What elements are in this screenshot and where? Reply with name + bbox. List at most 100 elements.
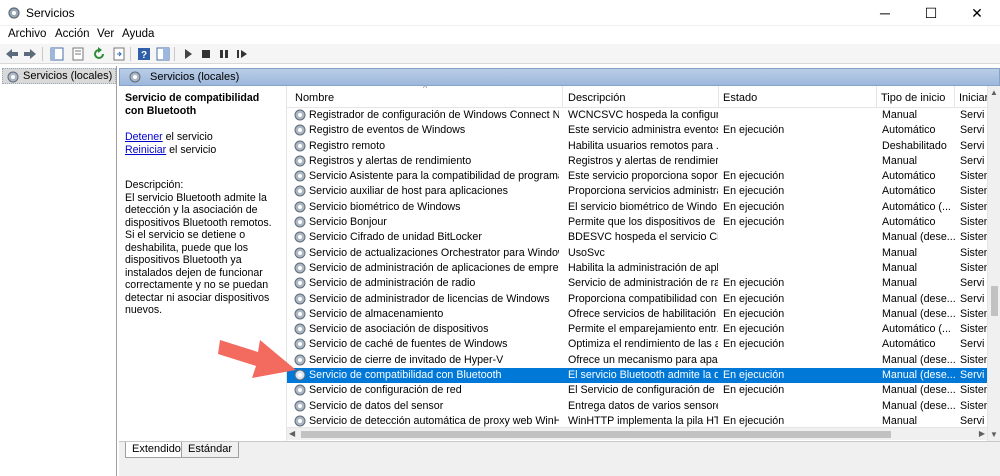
stop-icon[interactable]: [198, 46, 214, 62]
service-description-cell: Este servicio administra eventos ...: [568, 124, 718, 137]
scrollbar-thumb[interactable]: [301, 431, 891, 438]
service-state: En ejecución: [723, 216, 785, 229]
menu-ayuda[interactable]: Ayuda: [122, 28, 154, 40]
table-row[interactable]: Registros y alertas de rendimiento Regist…: [287, 154, 987, 169]
scroll-left-icon[interactable]: ◀: [289, 429, 295, 438]
table-row[interactable]: Servicio de actualizaciones Orchestrator…: [287, 246, 990, 261]
window-title: Servicios: [26, 6, 75, 20]
service-state: En ejecución: [723, 323, 785, 336]
table-row[interactable]: Servicio de cierre de invitado de Hyper-…: [287, 353, 990, 368]
service-name: Servicio de configuración de red: [309, 384, 462, 397]
table-row[interactable]: Servicio de caché de fuentes de Windows O…: [287, 337, 987, 352]
table-row[interactable]: Servicio Bonjour Permite que los disposit…: [287, 215, 990, 230]
tab-extendido[interactable]: Extendido: [125, 442, 188, 458]
description-label: Descripción:: [125, 179, 184, 191]
table-row[interactable]: Servicio Cifrado de unidad BitLocker BDES…: [287, 230, 990, 245]
table-row[interactable]: Servicio de compatibilidad con Bluetooth…: [287, 368, 987, 384]
service-login: Sisten: [960, 185, 990, 198]
table-row[interactable]: Servicio de datos del sensor Entrega dato…: [287, 399, 990, 414]
restart-icon[interactable]: [234, 46, 250, 62]
play-icon[interactable]: [180, 46, 196, 62]
service-description-cell: Ofrece servicios de habilitación ...: [568, 307, 718, 320]
service-description-cell: El Servicio de configuración de r...: [568, 384, 718, 397]
table-row[interactable]: Servicio de configuración de red El Servi…: [287, 383, 990, 398]
pane-header-title: Servicios (locales): [150, 71, 240, 83]
menu-ver[interactable]: Ver: [97, 28, 114, 40]
service-gear-icon: [294, 277, 306, 289]
table-row[interactable]: Servicio Asistente para la compatibilida…: [287, 169, 990, 184]
service-startup-type: Manual (dese...: [882, 231, 956, 244]
tree-item-label: Servicios (locales): [23, 70, 113, 82]
pause-icon[interactable]: [216, 46, 232, 62]
service-name: Servicio de detección automática de prox…: [309, 414, 559, 427]
gear-icon: [129, 71, 141, 83]
show-pane-icon[interactable]: [155, 46, 171, 62]
service-login: Servi: [960, 369, 985, 382]
service-description-cell: Este servicio proporciona soport...: [568, 170, 718, 183]
service-login: Sisten: [960, 261, 990, 274]
export-list-icon[interactable]: [111, 46, 127, 62]
minimize-button[interactable]: ─: [862, 0, 908, 26]
service-gear-icon: [294, 216, 306, 228]
properties-icon[interactable]: [70, 46, 86, 62]
table-row[interactable]: Registro de eventos de Windows Este servi…: [287, 123, 987, 138]
table-row[interactable]: Servicio de asociación de dispositivos Pe…: [287, 322, 990, 337]
table-row[interactable]: Registro remoto Habilita usuarios remotos…: [287, 139, 987, 154]
service-name: Servicio de asociación de dispositivos: [309, 323, 489, 336]
table-row[interactable]: Servicio de administración de radio Servi…: [287, 276, 987, 291]
table-row[interactable]: Servicio de administrador de licencias d…: [287, 292, 987, 307]
service-login: Sisten: [960, 353, 990, 366]
maximize-button[interactable]: ☐: [908, 0, 954, 26]
service-state: En ejecución: [723, 384, 785, 397]
scrollbar-thumb[interactable]: [991, 286, 998, 316]
table-row[interactable]: Servicio de almacenamiento Ofrece servici…: [287, 307, 990, 322]
scroll-up-icon[interactable]: ▲: [990, 88, 998, 97]
service-login: Servi: [960, 109, 985, 121]
back-arrow-icon[interactable]: [4, 46, 20, 62]
help-icon[interactable]: ?: [136, 46, 152, 62]
column-header-state[interactable]: Estado: [719, 86, 877, 108]
refresh-icon[interactable]: [91, 46, 107, 62]
restart-service-suffix: el servicio: [166, 143, 217, 156]
forward-arrow-icon[interactable]: [22, 46, 38, 62]
service-login: Sisten: [960, 200, 990, 213]
service-name: Servicio de administrador de licencias d…: [309, 292, 550, 305]
menu-archivo[interactable]: Archivo: [8, 28, 46, 40]
scroll-right-icon[interactable]: ▶: [979, 429, 985, 438]
service-description-cell: Ofrece un mecanismo para apag...: [568, 353, 718, 366]
column-header-name[interactable]: Nombre: [291, 86, 563, 108]
table-row[interactable]: Servicio biométrico de Windows El servici…: [287, 200, 990, 215]
column-header-startup-type[interactable]: Tipo de inicio: [877, 86, 955, 108]
service-name: Servicio Asistente para la compatibilida…: [309, 170, 559, 183]
services-pane: Servicios (locales) Servicio de compatib…: [119, 66, 1000, 476]
service-gear-icon: [294, 415, 306, 427]
console-tree-icon[interactable]: [49, 46, 65, 62]
service-startup-type: Manual (dese...: [882, 353, 956, 366]
menu-accion[interactable]: Acción: [55, 28, 90, 40]
service-login: Servi: [960, 124, 985, 137]
table-row[interactable]: Servicio auxiliar de host para aplicacio…: [287, 184, 990, 199]
vertical-scrollbar[interactable]: ▲ ▼: [987, 86, 1000, 441]
console-tree: Servicios (locales): [0, 66, 117, 476]
tree-item-servicios-locales[interactable]: Servicios (locales): [2, 68, 117, 84]
service-state: En ejecución: [723, 170, 785, 183]
service-startup-type: Automático: [882, 124, 936, 137]
close-button[interactable]: ✕: [954, 0, 1000, 26]
table-row[interactable]: Registrador de configuración de Windows …: [287, 108, 987, 123]
service-name: Servicio de administración de radio: [309, 277, 476, 290]
table-row[interactable]: Servicio de administración de aplicacion…: [287, 261, 990, 276]
scroll-down-icon[interactable]: ▼: [990, 430, 998, 439]
horizontal-scrollbar[interactable]: ◀ ▶: [287, 427, 987, 440]
service-state: En ejecución: [723, 307, 785, 320]
stop-service-link[interactable]: Detener: [125, 131, 163, 143]
tab-estandar[interactable]: Estándar: [181, 442, 240, 458]
service-gear-icon: [294, 170, 306, 182]
toolbar-separator: [130, 47, 131, 61]
services-list: ^ Nombre Descripción Estado Tipo de inic…: [287, 86, 1000, 441]
service-state: En ejecución: [723, 124, 785, 137]
toolbar: ?: [0, 44, 1000, 64]
restart-service-link[interactable]: Reiniciar: [125, 144, 166, 156]
column-header-description[interactable]: Descripción: [564, 86, 719, 108]
service-state: En ejecución: [723, 185, 785, 198]
service-startup-type: Manual (dese...: [882, 307, 956, 320]
